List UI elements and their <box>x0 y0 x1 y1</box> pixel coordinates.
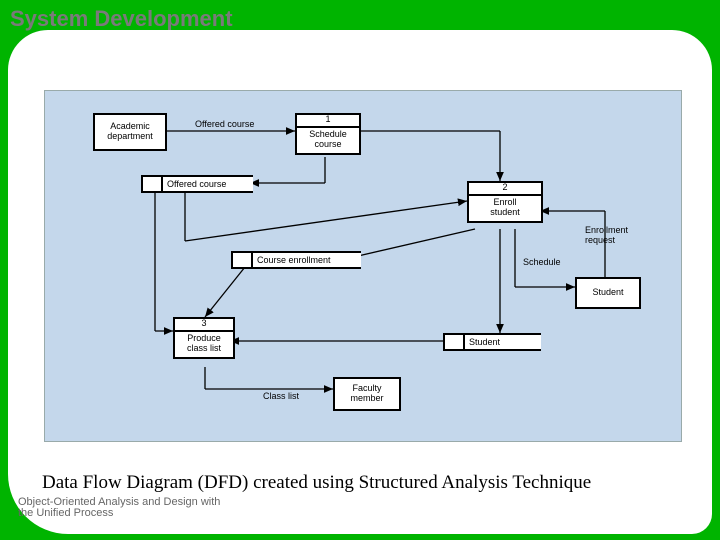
store-course-enrollment: Course enrollment <box>231 251 361 269</box>
external-faculty-member: Facultymember <box>333 377 401 411</box>
flow-offered-course: Offered course <box>195 119 254 129</box>
process-schedule-course: 1 Schedulecourse <box>295 113 361 155</box>
footer-truncated: Object-Oriented Analysis and Design with… <box>18 497 220 520</box>
external-academic-department: Academicdepartment <box>93 113 167 151</box>
process-enroll-student: 2 Enrollstudent <box>467 181 543 223</box>
store-bar <box>143 177 163 191</box>
store-offered-course-label: Offered course <box>163 177 253 191</box>
flow-enrollment-request: Enrollmentrequest <box>585 225 628 245</box>
external-student: Student <box>575 277 641 309</box>
process-number-2: 2 <box>469 183 541 196</box>
slide-card: Academicdepartment Student Facultymember… <box>8 30 712 534</box>
flow-class-list: Class list <box>263 391 299 401</box>
store-offered-course: Offered course <box>141 175 253 193</box>
store-student-label: Student <box>465 335 541 349</box>
store-bar <box>233 253 253 267</box>
flow-schedule: Schedule <box>523 257 561 267</box>
footer-line2: the Unified Process <box>18 508 220 520</box>
dfd-caption: Data Flow Diagram (DFD) created using St… <box>42 472 591 494</box>
store-course-enrollment-label: Course enrollment <box>253 253 361 267</box>
process-3-label: Produceclass list <box>175 332 233 357</box>
slide-frame: System Development <box>0 0 720 540</box>
page-title: System Development <box>10 6 233 32</box>
process-2-label: Enrollstudent <box>469 196 541 221</box>
process-number-3: 3 <box>175 319 233 332</box>
process-produce-class-list: 3 Produceclass list <box>173 317 235 359</box>
dfd-container: Academicdepartment Student Facultymember… <box>44 90 682 442</box>
store-bar <box>445 335 465 349</box>
store-student: Student <box>443 333 541 351</box>
process-number-1: 1 <box>297 115 359 128</box>
process-1-label: Schedulecourse <box>297 128 359 153</box>
